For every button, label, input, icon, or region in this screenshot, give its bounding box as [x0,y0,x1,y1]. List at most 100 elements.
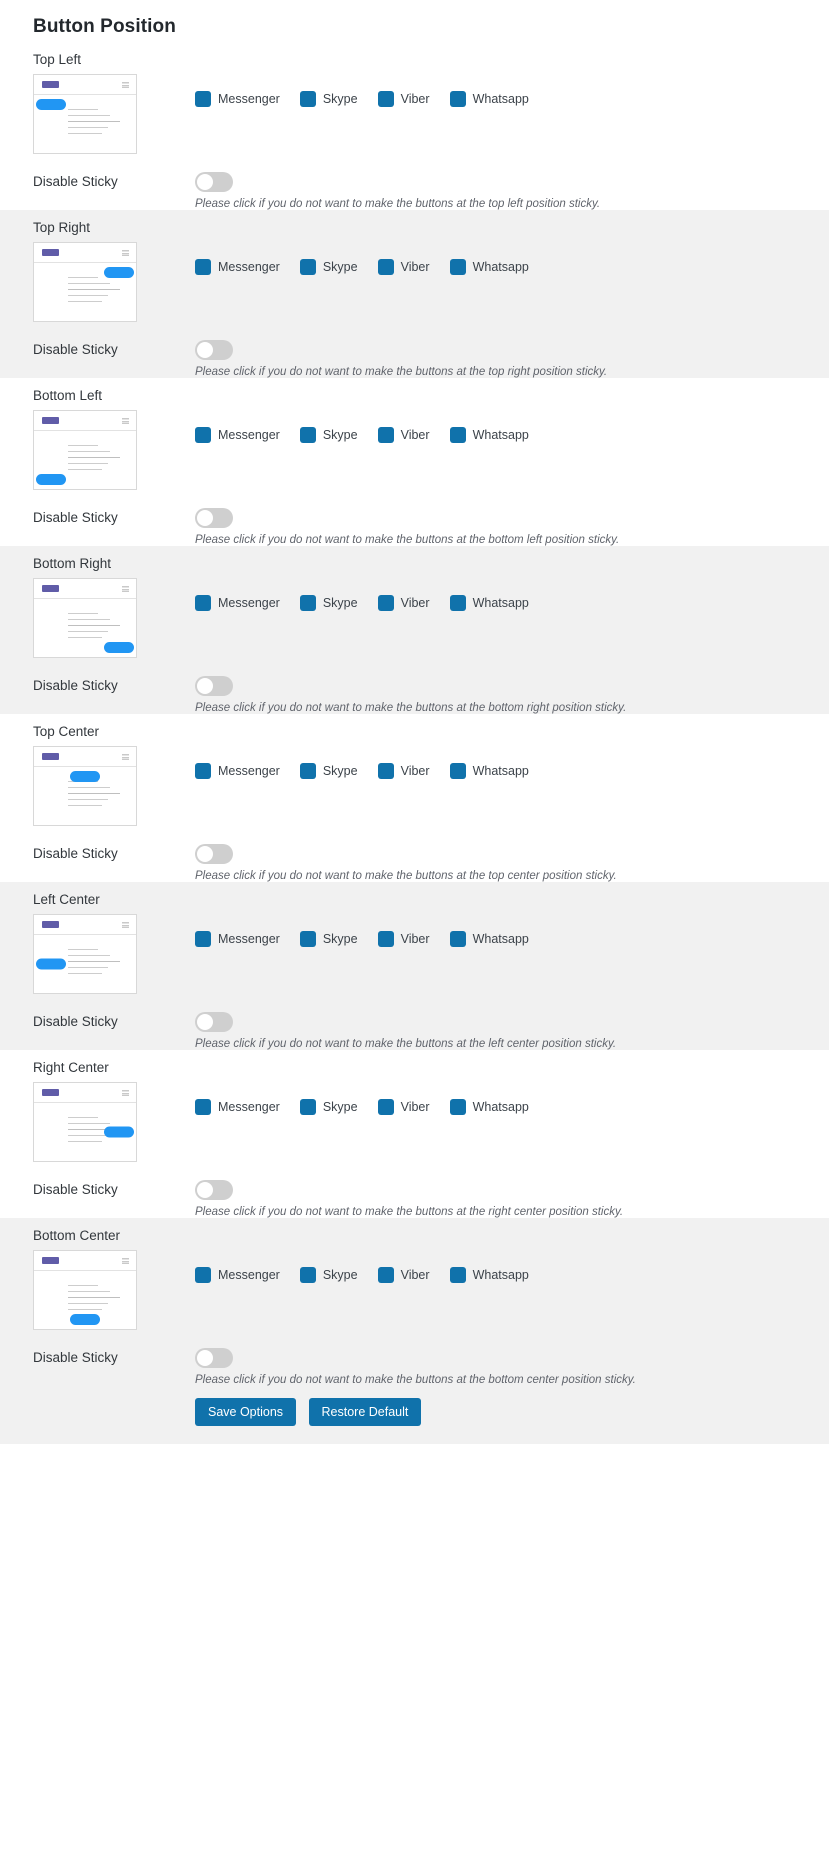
preview-topbar [34,243,136,263]
restore-default-button[interactable]: Restore Default [308,1398,422,1426]
checkbox-icon[interactable] [377,427,394,443]
disable-sticky-help-text: Please click if you do not want to make … [195,702,627,714]
checkbox-icon[interactable] [299,259,316,275]
checkbox-icon[interactable] [299,931,316,947]
checkbox-icon[interactable] [449,1099,466,1115]
app-checkbox-viber[interactable]: Viber [377,427,430,443]
disable-sticky-row: Disable Sticky Please click if you do not… [0,340,829,378]
checkbox-icon[interactable] [377,931,394,947]
checkbox-icon[interactable] [195,1099,211,1115]
app-label: Viber [400,764,430,778]
checkbox-icon[interactable] [299,1267,316,1283]
app-checkbox-viber[interactable]: Viber [377,1099,430,1115]
hamburger-icon [122,754,129,760]
preview-text-lines [68,949,120,979]
app-checkbox-whatsapp[interactable]: Whatsapp [449,763,529,779]
disable-sticky-toggle[interactable] [195,1012,233,1032]
app-checkbox-whatsapp[interactable]: Whatsapp [449,259,529,275]
hamburger-icon [122,586,129,592]
checkbox-icon[interactable] [449,91,466,107]
app-checkbox-whatsapp[interactable]: Whatsapp [449,1099,529,1115]
checkbox-icon[interactable] [195,763,211,779]
app-checkbox-viber[interactable]: Viber [377,259,430,275]
disable-sticky-toggle[interactable] [195,1348,233,1368]
position-preview-card [33,242,137,322]
checkbox-icon[interactable] [299,91,316,107]
app-checkbox-whatsapp[interactable]: Whatsapp [449,595,529,611]
checkbox-icon[interactable] [449,595,466,611]
disable-sticky-toggle[interactable] [195,508,233,528]
checkbox-icon[interactable] [299,763,316,779]
disable-sticky-row: Disable Sticky Please click if you do not… [0,172,829,210]
disable-sticky-row: Disable Sticky Please click if you do not… [0,508,829,546]
position-preview-card [33,746,137,826]
checkbox-icon[interactable] [195,259,211,275]
checkbox-icon[interactable] [299,1099,316,1115]
app-checkbox-skype[interactable]: Skype [299,763,358,779]
app-checkbox-messenger[interactable]: Messenger [195,1099,280,1115]
checkbox-icon[interactable] [195,91,211,107]
app-checkbox-messenger[interactable]: Messenger [195,931,280,947]
toggle-knob [197,678,213,694]
disable-sticky-help-text: Please click if you do not want to make … [195,198,601,210]
disable-sticky-toggle[interactable] [195,676,233,696]
app-checkbox-row: Messenger Skype Viber Whatsapp [195,763,549,779]
disable-sticky-toggle[interactable] [195,844,233,864]
checkbox-icon[interactable] [449,763,466,779]
logo-icon [42,585,59,592]
disable-sticky-toggle[interactable] [195,340,233,360]
checkbox-icon[interactable] [195,931,211,947]
disable-sticky-toggle[interactable] [195,172,233,192]
preview-button-marker [104,1126,134,1138]
app-label: Whatsapp [472,1100,529,1114]
app-checkbox-skype[interactable]: Skype [299,931,358,947]
checkbox-icon[interactable] [195,595,211,611]
app-checkbox-skype[interactable]: Skype [299,259,358,275]
checkbox-icon[interactable] [299,427,316,443]
app-checkbox-skype[interactable]: Skype [299,427,358,443]
app-checkbox-viber[interactable]: Viber [377,595,430,611]
checkbox-icon[interactable] [195,427,211,443]
checkbox-icon[interactable] [377,763,394,779]
preview-text-lines [68,277,120,307]
disable-sticky-row: Disable Sticky Please click if you do not… [0,844,829,882]
hamburger-icon [122,922,129,928]
app-checkbox-messenger[interactable]: Messenger [195,763,280,779]
app-checkbox-whatsapp[interactable]: Whatsapp [449,91,529,107]
app-checkbox-viber[interactable]: Viber [377,1267,430,1283]
app-checkbox-whatsapp[interactable]: Whatsapp [449,1267,529,1283]
app-checkbox-messenger[interactable]: Messenger [195,595,280,611]
checkbox-icon[interactable] [195,1267,211,1283]
app-label: Messenger [218,596,280,610]
app-checkbox-messenger[interactable]: Messenger [195,1267,280,1283]
app-checkbox-skype[interactable]: Skype [299,91,358,107]
app-checkbox-whatsapp[interactable]: Whatsapp [449,427,529,443]
disable-sticky-toggle[interactable] [195,1180,233,1200]
app-checkbox-viber[interactable]: Viber [377,91,430,107]
app-checkbox-skype[interactable]: Skype [299,1267,358,1283]
checkbox-icon[interactable] [377,1099,394,1115]
app-checkbox-whatsapp[interactable]: Whatsapp [449,931,529,947]
checkbox-icon[interactable] [449,1267,466,1283]
checkbox-icon[interactable] [377,91,394,107]
preview-body [34,95,136,153]
app-checkbox-messenger[interactable]: Messenger [195,91,280,107]
toggle-knob [197,174,213,190]
checkbox-icon[interactable] [377,259,394,275]
app-checkbox-messenger[interactable]: Messenger [195,427,280,443]
checkbox-icon[interactable] [377,1267,394,1283]
checkbox-icon[interactable] [449,427,466,443]
app-checkbox-viber[interactable]: Viber [377,931,430,947]
app-checkbox-skype[interactable]: Skype [299,595,358,611]
checkbox-icon[interactable] [449,259,466,275]
checkbox-icon[interactable] [449,931,466,947]
preview-body [34,1271,136,1329]
app-checkbox-skype[interactable]: Skype [299,1099,358,1115]
checkbox-icon[interactable] [377,595,394,611]
position-label: Right Center [33,1060,109,1075]
checkbox-icon[interactable] [299,595,316,611]
save-options-button[interactable]: Save Options [195,1398,297,1426]
preview-button-marker [70,771,100,782]
app-checkbox-messenger[interactable]: Messenger [195,259,280,275]
app-checkbox-viber[interactable]: Viber [377,763,430,779]
